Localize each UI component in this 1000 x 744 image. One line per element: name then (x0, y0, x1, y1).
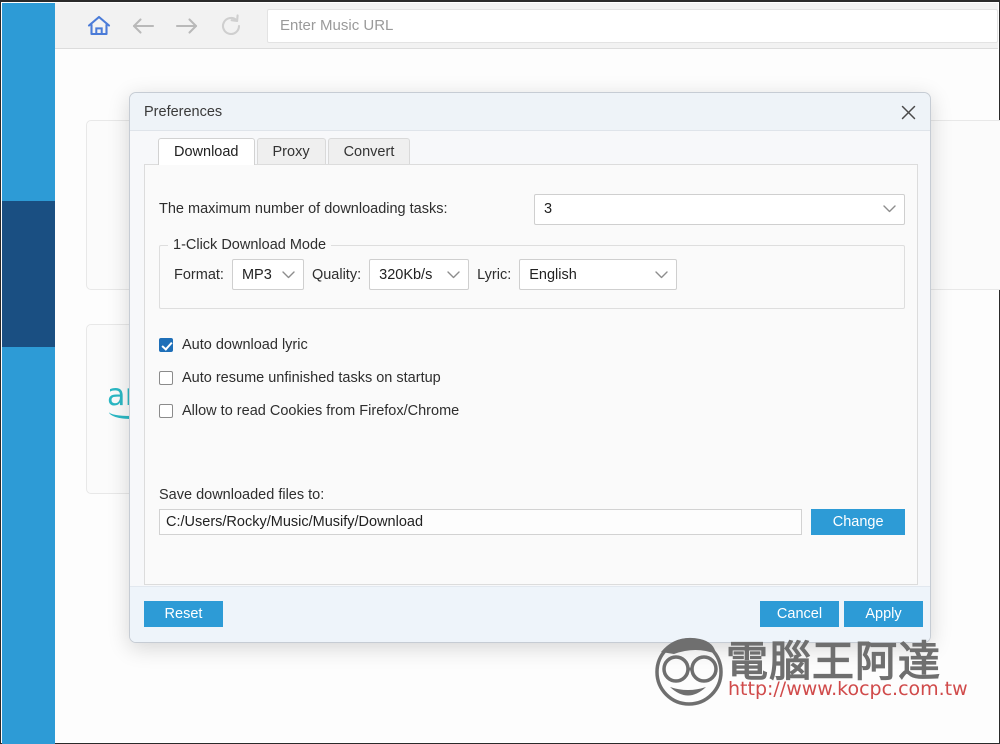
dialog-titlebar: Preferences (130, 93, 930, 131)
dialog-footer: Reset Cancel Apply (130, 586, 930, 642)
preferences-dialog: Preferences Download Proxy Convert The m… (129, 92, 931, 643)
checkbox-auto-download-lyric[interactable]: Auto download lyric (159, 335, 308, 355)
checkbox-auto-resume-label: Auto resume unfinished tasks on startup (182, 370, 441, 386)
save-path-value: C:/Users/Rocky/Music/Musify/Download (166, 514, 424, 530)
max-tasks-row: The maximum number of downloading tasks:… (159, 193, 905, 225)
lyric-value: English (529, 266, 577, 283)
chevron-down-icon (447, 267, 460, 283)
close-icon[interactable] (894, 99, 922, 125)
tab-proxy-label: Proxy (272, 144, 310, 160)
dialog-title: Preferences (144, 103, 223, 120)
checkbox-allow-cookies-label: Allow to read Cookies from Firefox/Chrom… (182, 403, 460, 419)
one-click-download-group: 1-Click Download Mode Format: MP3 Qualit… (159, 237, 905, 309)
chevron-down-icon (883, 201, 896, 217)
checkbox-auto-resume[interactable]: Auto resume unfinished tasks on startup (159, 368, 441, 388)
cancel-button[interactable]: Cancel (760, 601, 839, 627)
download-tab-panel: The maximum number of downloading tasks:… (144, 164, 918, 585)
chevron-down-icon (655, 267, 668, 283)
url-placeholder-text: Enter Music URL (280, 17, 394, 34)
apply-button[interactable]: Apply (844, 601, 923, 627)
format-select[interactable]: MP3 (231, 259, 304, 290)
reload-icon[interactable] (209, 4, 253, 48)
tab-download-label: Download (174, 144, 239, 160)
sidebar-active-segment[interactable] (2, 201, 55, 347)
dialog-body: Download Proxy Convert The maximum numbe… (144, 138, 918, 586)
save-path-label: Save downloaded files to: (159, 487, 325, 503)
save-path-row: C:/Users/Rocky/Music/Musify/Download Cha… (159, 509, 905, 535)
checkbox-icon-unchecked[interactable] (159, 404, 173, 418)
tab-convert-label: Convert (343, 144, 395, 160)
checkbox-icon-unchecked[interactable] (159, 371, 173, 385)
chevron-down-icon (282, 267, 295, 283)
screenshot-root: Enter Music URL am ◆ ◆ Preferences (0, 0, 1000, 744)
tabstrip: Download Proxy Convert (144, 138, 918, 165)
one-click-group-inner: Format: MP3 Quality: 320Kb/s Lyric: Engl… (160, 253, 904, 290)
home-icon[interactable] (77, 4, 121, 48)
checkbox-allow-cookies[interactable]: Allow to read Cookies from Firefox/Chrom… (159, 401, 459, 421)
format-label: Format: (174, 266, 224, 283)
format-value: MP3 (241, 266, 272, 283)
max-tasks-select[interactable]: 3 (534, 193, 905, 225)
lyric-label: Lyric: (477, 266, 512, 283)
checkbox-auto-download-lyric-label: Auto download lyric (182, 337, 308, 353)
tab-convert[interactable]: Convert (327, 138, 411, 165)
quality-label: Quality: (311, 266, 362, 283)
quality-value: 320Kb/s (379, 266, 433, 283)
save-path-input[interactable]: C:/Users/Rocky/Music/Musify/Download (159, 509, 803, 535)
back-arrow-icon[interactable] (121, 4, 165, 48)
tab-proxy[interactable]: Proxy (256, 138, 326, 165)
reset-button[interactable]: Reset (144, 601, 223, 627)
quality-select[interactable]: 320Kb/s (369, 259, 470, 290)
lyric-select[interactable]: English (519, 259, 678, 290)
url-input[interactable]: Enter Music URL (267, 8, 998, 43)
checkbox-icon-checked[interactable] (159, 338, 173, 352)
tab-download[interactable]: Download (158, 138, 255, 165)
one-click-group-legend: 1-Click Download Mode (173, 237, 327, 253)
left-sidebar[interactable] (2, 3, 55, 744)
forward-arrow-icon[interactable] (165, 4, 209, 48)
browser-toolbar: Enter Music URL (55, 3, 998, 49)
max-tasks-label: The maximum number of downloading tasks: (159, 201, 448, 217)
change-folder-button[interactable]: Change (811, 509, 905, 535)
max-tasks-value: 3 (544, 201, 553, 217)
